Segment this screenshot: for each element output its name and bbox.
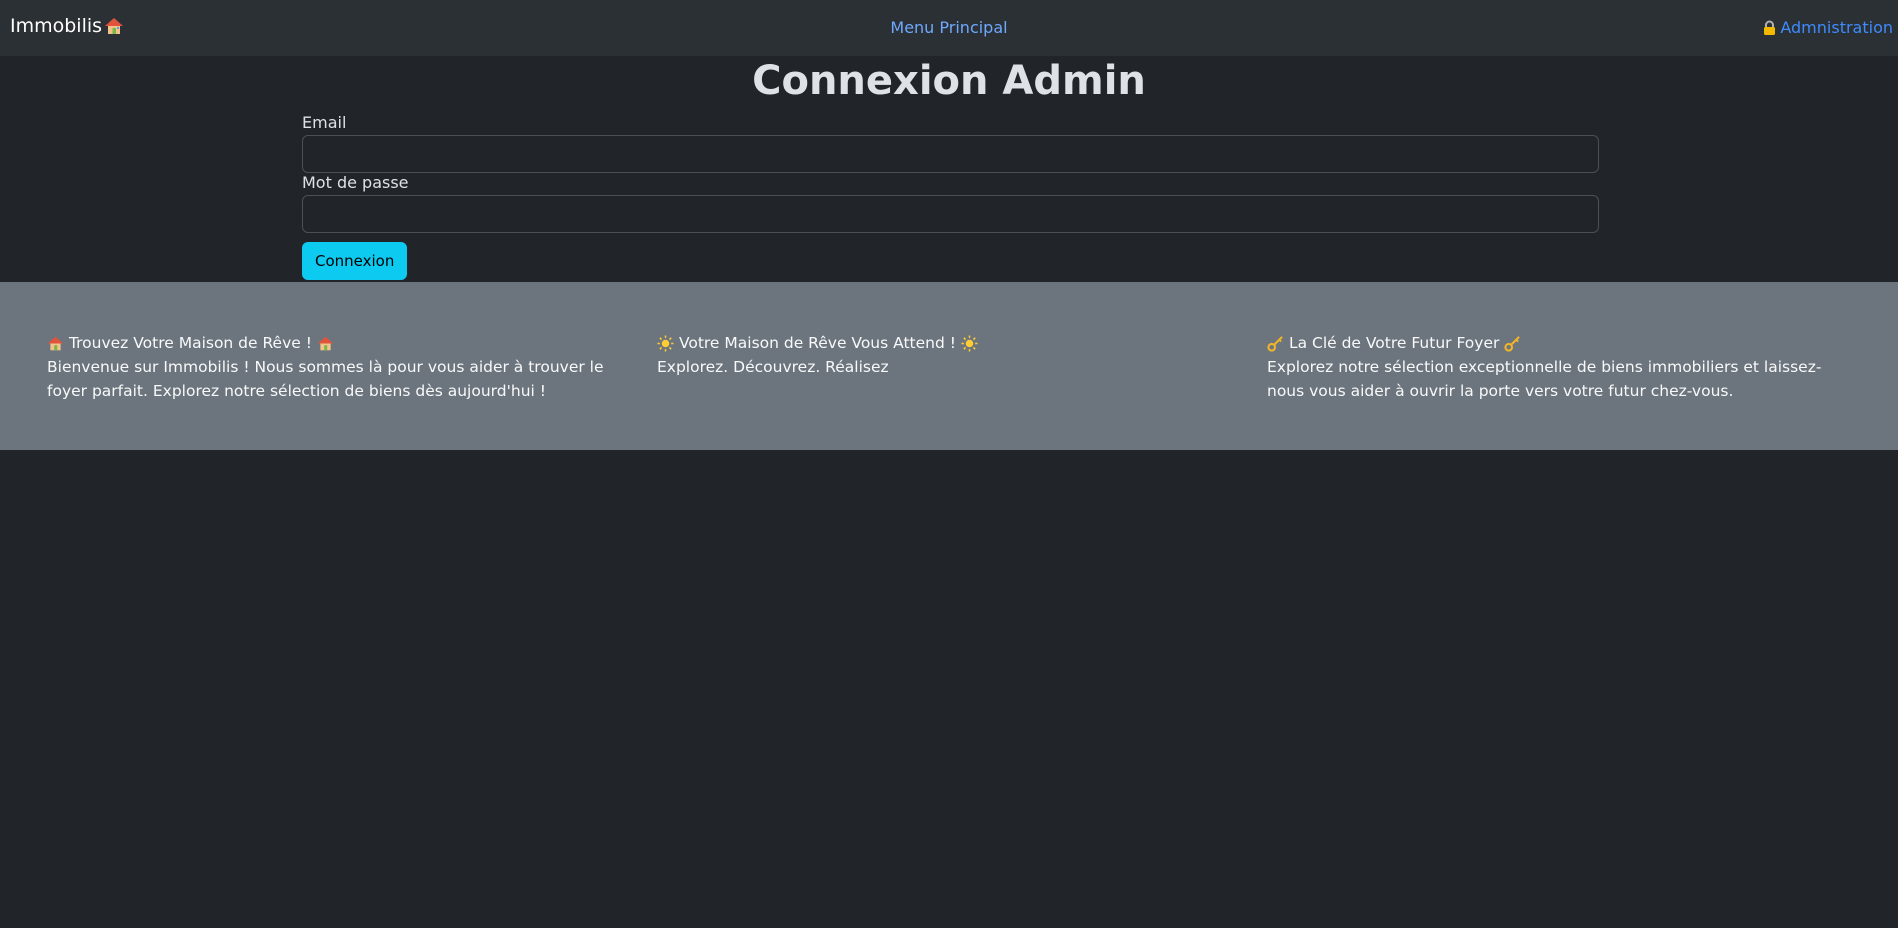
lock-icon bbox=[1764, 20, 1776, 35]
house-icon bbox=[47, 336, 64, 351]
nav-right: Admnistration bbox=[1762, 18, 1893, 37]
navbar: Immobilis Menu Principal Admnistration bbox=[0, 0, 1898, 56]
email-group: Email bbox=[302, 113, 1599, 173]
page-title: Connexion Admin bbox=[752, 58, 1146, 104]
admin-link[interactable]: Admnistration bbox=[1780, 18, 1893, 37]
banner-column-title: Votre Maison de Rêve Vous Attend ! bbox=[657, 331, 1227, 355]
banner-title-text: Trouvez Votre Maison de Rêve ! bbox=[68, 334, 312, 352]
email-label: Email bbox=[302, 113, 347, 132]
banner-column-title: Trouvez Votre Maison de Rêve ! bbox=[47, 331, 617, 355]
password-field[interactable] bbox=[302, 195, 1599, 233]
email-field[interactable] bbox=[302, 135, 1599, 173]
banner-title-text: Votre Maison de Rêve Vous Attend ! bbox=[678, 334, 956, 352]
password-label: Mot de passe bbox=[302, 173, 409, 192]
sun-icon bbox=[961, 335, 978, 352]
login-button[interactable]: Connexion bbox=[302, 242, 408, 280]
banner-column-house: Trouvez Votre Maison de Rêve ! Bienvenue… bbox=[47, 331, 617, 403]
banner-column-title: La Clé de Votre Futur Foyer bbox=[1267, 331, 1837, 355]
nav-center: Menu Principal bbox=[0, 18, 1898, 37]
banner-column-key: La Clé de Votre Futur Foyer Explorez not… bbox=[1267, 331, 1837, 403]
sun-icon bbox=[657, 335, 674, 352]
banner-column-sun: Votre Maison de Rêve Vous Attend ! Explo… bbox=[657, 331, 1227, 379]
key-icon bbox=[1504, 336, 1521, 352]
info-banner: Trouvez Votre Maison de Rêve ! Bienvenue… bbox=[0, 282, 1898, 450]
banner-column-text: Explorez. Découvrez. Réalisez bbox=[657, 358, 889, 376]
banner-title-text: La Clé de Votre Futur Foyer bbox=[1288, 334, 1500, 352]
password-group: Mot de passe bbox=[302, 173, 1599, 233]
house-icon bbox=[317, 336, 334, 351]
menu-principal-link[interactable]: Menu Principal bbox=[890, 18, 1007, 37]
banner-column-text: Explorez notre sélection exceptionnelle … bbox=[1267, 358, 1822, 400]
banner-column-text: Bienvenue sur Immobilis ! Nous sommes là… bbox=[47, 358, 604, 400]
login-form: Email Mot de passe Connexion bbox=[302, 113, 1599, 280]
key-icon bbox=[1267, 336, 1283, 352]
